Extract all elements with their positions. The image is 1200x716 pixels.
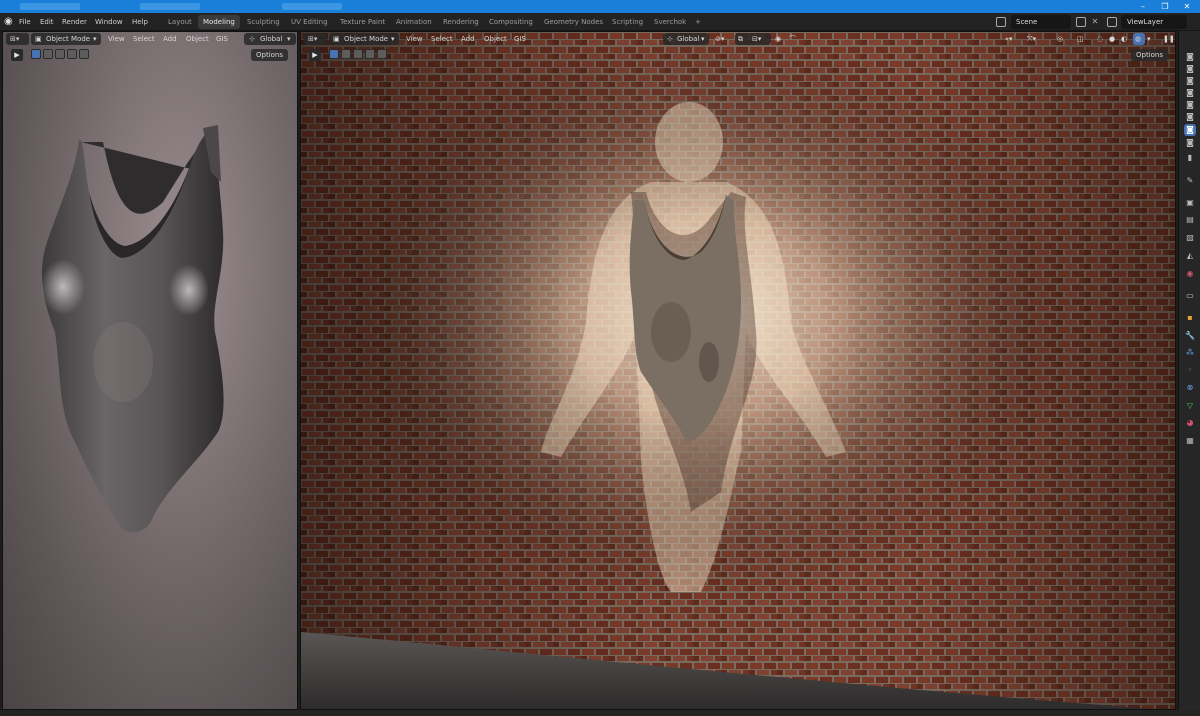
title-text-blur	[20, 3, 80, 10]
chevron-down-icon: ▾	[391, 35, 395, 43]
camera-icon[interactable]: ◙	[1184, 87, 1196, 99]
xray-icon[interactable]: ◫	[1077, 33, 1084, 45]
camera-icon[interactable]: ◙	[1184, 75, 1196, 87]
scene-icon[interactable]: ◭	[1184, 250, 1196, 262]
top-menubar: ◉ File Edit Render Window Help Layout Mo…	[0, 13, 1200, 31]
window-titlebar: – ❐ ✕	[0, 0, 1200, 13]
wireframe-shading-icon[interactable]: ◌	[1097, 33, 1103, 45]
menu-add[interactable]: Add	[461, 33, 475, 45]
tab-layout[interactable]: Layout	[163, 15, 197, 29]
tab-scripting[interactable]: Scripting	[607, 15, 648, 29]
maximize-icon[interactable]: ❐	[1154, 0, 1176, 13]
orientation-label: Global	[677, 35, 700, 43]
solid-shading-icon[interactable]: ●	[1109, 33, 1115, 45]
camera-icon[interactable]: ◙	[1184, 111, 1196, 123]
scene-name: Scene	[1016, 18, 1038, 26]
collection-icon[interactable]: ▭	[1184, 290, 1196, 302]
menu-view[interactable]: View	[406, 33, 423, 45]
minimize-icon[interactable]: –	[1132, 0, 1154, 13]
select-intersect-icon[interactable]	[377, 49, 387, 59]
add-workspace-button[interactable]: +	[690, 15, 706, 29]
tab-sverchok[interactable]: Sverchok	[649, 15, 691, 29]
object-icon[interactable]: ▪	[1184, 312, 1196, 324]
right-3d-viewport[interactable]: ⊞▾ ▣ Object Mode ▾ View Select Add Objec…	[300, 31, 1176, 710]
editor-type-icon: ⊞▾	[308, 35, 318, 43]
menu-gis[interactable]: GIS	[514, 33, 526, 45]
view-layer-icon[interactable]	[1107, 17, 1117, 27]
new-scene-icon[interactable]	[1076, 17, 1086, 27]
tab-modeling[interactable]: Modeling	[198, 15, 240, 29]
orientation-icon: ⊹	[667, 35, 673, 43]
bodysuit-model[interactable]	[3, 32, 298, 710]
view-layer-name: ViewLayer	[1127, 18, 1164, 26]
world-icon[interactable]: ◉	[1184, 268, 1196, 280]
falloff-icon[interactable]: ⌒	[789, 33, 796, 45]
visibility-icon[interactable]: ⌖▾	[1005, 33, 1012, 45]
delete-scene-icon[interactable]: ✕	[1090, 17, 1100, 27]
view-layer-icon[interactable]: ▧	[1184, 232, 1196, 244]
constraints-icon[interactable]: ⊗	[1184, 382, 1196, 394]
tab-rendering[interactable]: Rendering	[438, 15, 484, 29]
physics-icon[interactable]: ◦	[1184, 364, 1196, 376]
tab-sculpting[interactable]: Sculpting	[242, 15, 285, 29]
title-text-blur	[282, 3, 342, 10]
material-icon[interactable]: ◕	[1184, 417, 1196, 429]
render-properties-icon[interactable]: ▣	[1184, 197, 1196, 209]
mode-icon: ▣	[333, 35, 340, 43]
right-tool-row: ▶	[309, 49, 399, 61]
blender-logo-icon[interactable]: ◉	[4, 16, 16, 28]
menu-file[interactable]: File	[19, 13, 31, 31]
data-icon[interactable]: ▽	[1184, 400, 1196, 412]
select-invert-icon[interactable]	[365, 49, 375, 59]
options-button[interactable]: Options	[1131, 49, 1169, 61]
pivot-icon[interactable]: ⊘▾	[715, 33, 724, 45]
modifier-icon[interactable]: 🔧	[1184, 330, 1196, 342]
tab-geometry-nodes[interactable]: Geometry Nodes	[539, 15, 608, 29]
menu-help[interactable]: Help	[132, 13, 148, 31]
texture-icon[interactable]: ▦	[1184, 435, 1196, 447]
tool-icon[interactable]: ▮	[1184, 152, 1196, 164]
menu-edit[interactable]: Edit	[40, 13, 54, 31]
shading-options-icon[interactable]: ▾	[1147, 33, 1151, 45]
select-box-icon[interactable]	[329, 49, 339, 59]
menu-select[interactable]: Select	[431, 33, 453, 45]
camera-icon[interactable]: ◙	[1184, 137, 1196, 149]
scene-icon[interactable]	[996, 17, 1006, 27]
tab-uv-editing[interactable]: UV Editing	[286, 15, 333, 29]
menu-render[interactable]: Render	[62, 13, 87, 31]
select-extend-icon[interactable]	[341, 49, 351, 59]
properties-tab-strip: ◙ ◙ ◙ ◙ ◙ ◙ ◙ ◙ ▮ ✎ ▣ ▤ ▧ ◭ ◉ ▭ ▪ 🔧 ⁂ ◦ …	[1178, 31, 1200, 710]
left-3d-viewport[interactable]: ⊞▾ ▣ Object Mode ▾ View Select Add Objec…	[2, 31, 298, 710]
tab-compositing[interactable]: Compositing	[484, 15, 538, 29]
close-icon[interactable]: ✕	[1176, 0, 1198, 13]
brick-wall-render	[301, 32, 1175, 709]
camera-icon[interactable]: ◙	[1184, 63, 1196, 75]
proportional-edit-icon[interactable]: ◉	[775, 33, 781, 45]
active-tool-icon[interactable]: ✎	[1184, 175, 1196, 187]
snap-icon[interactable]: ⧉	[738, 33, 743, 45]
snap-target-icon[interactable]: ⊟▾	[752, 33, 761, 45]
pause-render-icon[interactable]: ❚❚	[1163, 33, 1175, 45]
camera-icon[interactable]: ◙	[1184, 99, 1196, 111]
material-shading-icon[interactable]: ◐	[1121, 33, 1127, 45]
output-icon[interactable]: ▤	[1184, 214, 1196, 226]
overlays-icon[interactable]: ◎	[1057, 33, 1063, 45]
chevron-down-icon: ▾	[701, 35, 705, 43]
right-viewport-header: ⊞▾ ▣ Object Mode ▾ View Select Add Objec…	[301, 32, 1175, 46]
particles-icon[interactable]: ⁂	[1184, 347, 1196, 359]
tab-animation[interactable]: Animation	[391, 15, 437, 29]
rendered-shading-icon: ◍	[1135, 35, 1142, 43]
play-icon[interactable]: ▶	[309, 49, 321, 61]
render-icon[interactable]: ◙	[1184, 51, 1196, 63]
tab-texture-paint[interactable]: Texture Paint	[335, 15, 390, 29]
title-text-blur	[140, 3, 200, 10]
gizmo-icon[interactable]: ⤧▾	[1027, 33, 1036, 45]
select-subtract-icon[interactable]	[353, 49, 363, 59]
menu-window[interactable]: Window	[95, 13, 123, 31]
active-camera-icon[interactable]: ◙	[1184, 124, 1196, 136]
status-bar	[0, 710, 1200, 716]
mode-label: Object Mode	[344, 35, 389, 43]
menu-object[interactable]: Object	[484, 33, 507, 45]
